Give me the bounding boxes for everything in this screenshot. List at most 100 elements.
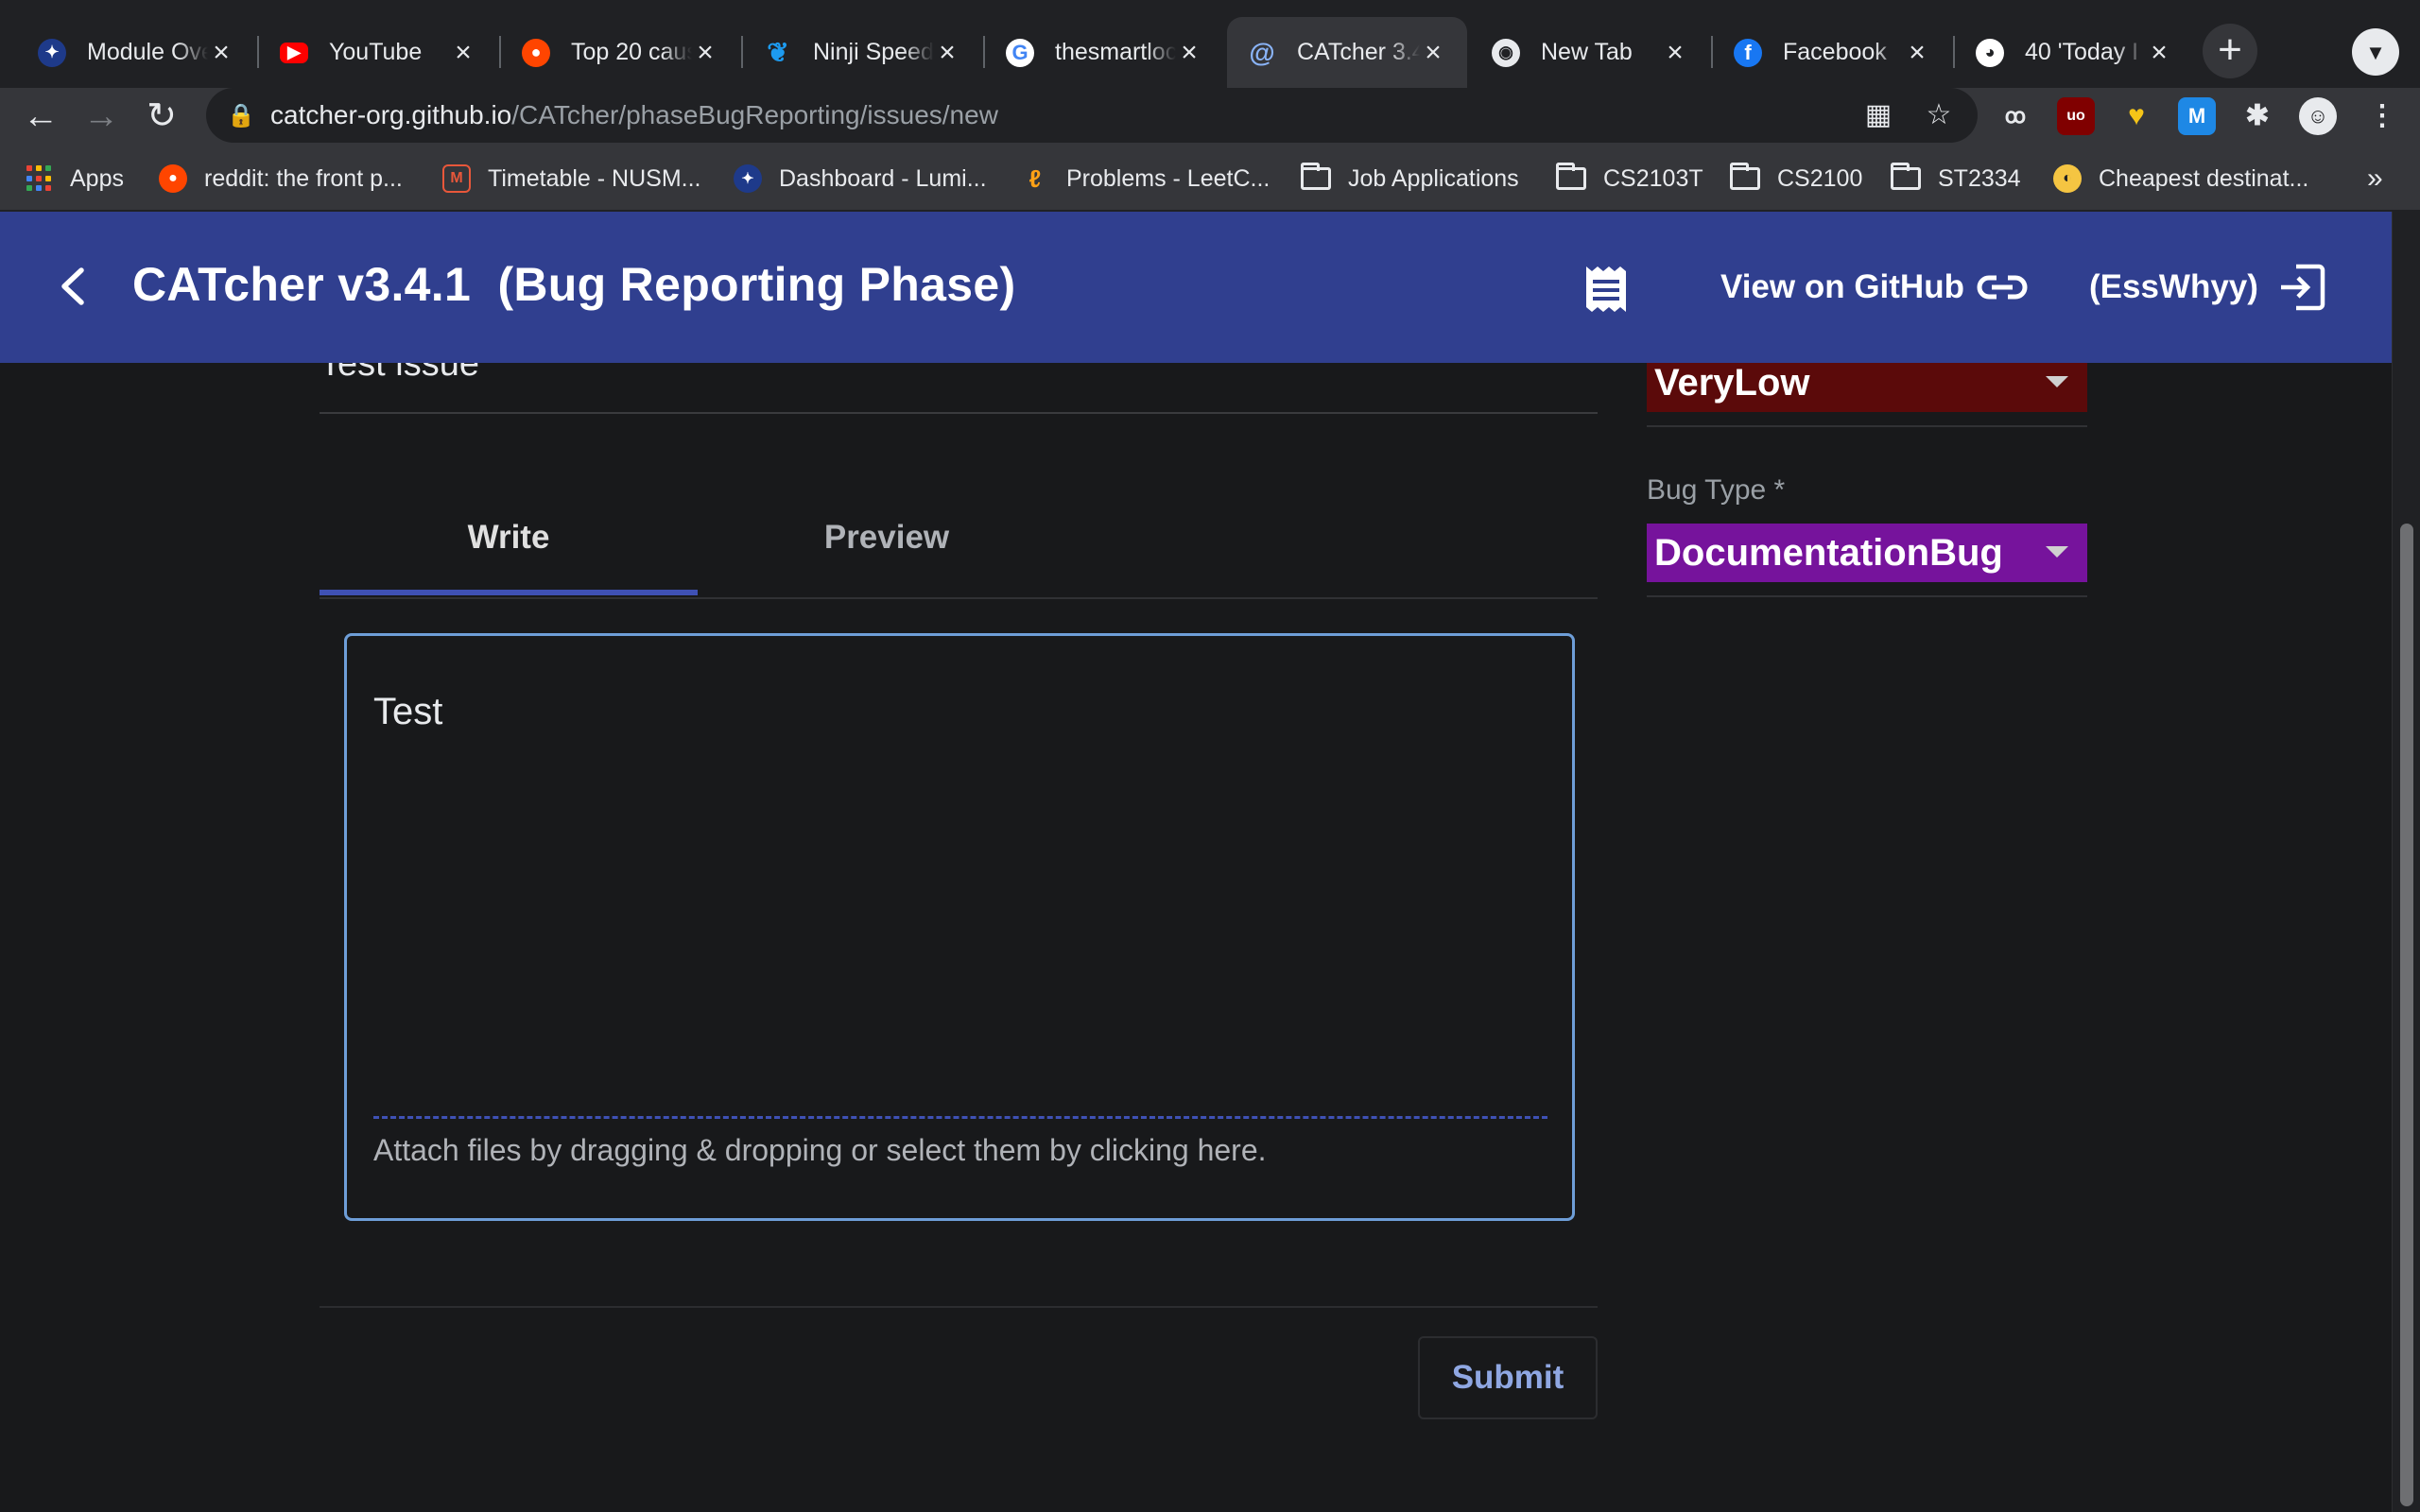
bookmark-apps[interactable]: Apps (26, 160, 124, 198)
catcher-icon: @ (1249, 37, 1275, 67)
browser-tab[interactable]: ✦ Module Overview × (17, 17, 255, 88)
browser-tab[interactable]: ◉ New Tab × (1471, 17, 1709, 88)
browser-tab[interactable]: ▶ YouTube × (259, 17, 497, 88)
heart-extension-icon[interactable]: ♥ (2118, 97, 2155, 135)
dropzone-divider (373, 1116, 1547, 1119)
browser-menu-icon[interactable]: ⋮ (2363, 97, 2401, 135)
severity-select[interactable]: VeryLow (1647, 363, 2087, 412)
tab-preview[interactable]: Preview (698, 476, 1076, 593)
dropdown-arrow-icon (2046, 546, 2068, 558)
qr-code-icon[interactable]: ▦ (1855, 88, 1902, 143)
m-extension-icon[interactable]: M (2178, 97, 2216, 135)
close-tab-icon[interactable]: × (1662, 37, 1688, 69)
submit-button[interactable]: Submit (1418, 1336, 1598, 1419)
apps-grid-icon (26, 165, 53, 192)
tab-write[interactable]: Write (320, 476, 698, 593)
twitter-icon: ❦ (767, 38, 789, 67)
release-notes-button[interactable] (1582, 265, 1630, 316)
panda-icon: ◕ (1976, 38, 2004, 67)
url-host: catcher-org.github.io (270, 100, 512, 129)
url-path: /CATcher/phaseBugReporting/issues/new (511, 100, 998, 129)
issue-title-value: Test issue (320, 363, 479, 384)
facebook-icon: f (1734, 38, 1762, 67)
bug-type-label: Bug Type * (1647, 474, 1786, 506)
spy-extension-icon[interactable]: ꝏ (1996, 97, 2034, 135)
bookmark-timetable[interactable]: M Timetable - NUSM... (442, 160, 701, 198)
new-issue-form: Test issue Write Preview Test Attach fil… (0, 363, 2392, 1512)
bookmark-leetcode[interactable]: ℓ Problems - LeetC... (1021, 160, 1270, 198)
description-textarea[interactable]: Test Attach files by dragging & dropping… (344, 633, 1575, 1221)
forward-arrow-icon[interactable]: → (78, 94, 125, 141)
view-on-github-button[interactable]: View on GitHub (1720, 257, 2029, 318)
close-tab-icon[interactable]: × (1176, 37, 1202, 69)
skyscanner-icon: ◐ (2053, 164, 2082, 193)
bug-type-select[interactable]: DocumentationBug (1647, 524, 2087, 582)
browser-tab[interactable]: f Facebook × (1713, 17, 1951, 88)
active-tab-indicator (320, 590, 698, 595)
nusmods-icon: ✦ (38, 38, 66, 67)
close-tab-icon[interactable]: × (692, 37, 718, 69)
scrollbar-thumb[interactable] (2400, 524, 2413, 1506)
browser-tab[interactable]: ❦ Ninji Speedruns × (743, 17, 981, 88)
close-tab-icon[interactable]: × (1904, 37, 1930, 69)
browser-tab-active[interactable]: @ CATcher 3.4.1 × (1227, 17, 1467, 88)
browser-tab[interactable]: ● Top 20 causes × (501, 17, 739, 88)
severity-underline (1647, 425, 2087, 427)
bookmark-folder-cs2103t[interactable]: CS2103T (1556, 160, 1703, 198)
link-icon (1977, 275, 2028, 300)
bookmark-cheapest[interactable]: ◐ Cheapest destinat... (2053, 160, 2308, 198)
profile-avatar[interactable]: ☺ (2299, 97, 2337, 135)
bookmarks-bar: Apps ● reddit: the front p... M Timetabl… (0, 146, 2420, 212)
receipt-icon (1586, 266, 1626, 312)
folder-icon (1556, 163, 1586, 190)
browser-toolbar: ← → ↻ 🔒 catcher-org.github.io/CATcher/ph… (0, 88, 2420, 146)
logout-icon (2280, 264, 2325, 311)
dropdown-arrow-icon (2046, 376, 2068, 387)
address-bar[interactable]: 🔒 catcher-org.github.io/CATcher/phaseBug… (206, 88, 1978, 143)
bookmark-folder-st2334[interactable]: ST2334 (1891, 160, 2021, 198)
folder-icon (1891, 163, 1921, 190)
close-tab-icon[interactable]: × (208, 37, 234, 69)
reddit-icon: ● (159, 164, 187, 193)
chevron-left-icon (61, 267, 84, 305)
luminus-icon: ✦ (734, 164, 762, 193)
bookmark-dashboard[interactable]: ✦ Dashboard - Lumi... (734, 160, 987, 198)
close-tab-icon[interactable]: × (1420, 37, 1446, 69)
chrome-icon: ◉ (1492, 38, 1520, 67)
tab-search-icon[interactable]: ▼ (2352, 28, 2399, 76)
bookmark-folder-job-applications[interactable]: Job Applications (1301, 160, 1519, 198)
bookmarks-overflow-button[interactable]: » (2367, 160, 2383, 198)
bookmark-reddit[interactable]: ● reddit: the front p... (159, 160, 403, 198)
new-tab-button[interactable]: + (2203, 24, 2257, 78)
youtube-icon: ▶ (280, 42, 308, 63)
logout-button[interactable]: (EssWhyy) (2089, 257, 2326, 318)
nusmods-icon: M (442, 164, 471, 193)
bookmark-folder-cs2100[interactable]: CS2100 (1730, 160, 1862, 198)
google-icon: G (1006, 38, 1034, 67)
issue-title-field[interactable]: Test issue (320, 363, 1598, 414)
app-title: CATcher v3.4.1 (Bug Reporting Phase) (132, 258, 1016, 311)
app-toolbar: CATcher v3.4.1 (Bug Reporting Phase) Vie… (0, 212, 2392, 363)
leetcode-icon: ℓ (1028, 163, 1042, 193)
back-arrow-icon[interactable]: ← (17, 94, 64, 141)
browser-tab[interactable]: ◕ 40 'Today I × (1955, 17, 2193, 88)
reload-icon[interactable]: ↻ (138, 94, 185, 141)
severity-value: VeryLow (1654, 363, 1810, 404)
page-scrollbar[interactable] (2392, 212, 2420, 1512)
form-divider (320, 1306, 1598, 1308)
back-button[interactable] (51, 263, 98, 310)
bug-type-value: DocumentationBug (1654, 531, 2003, 574)
close-tab-icon[interactable]: × (450, 37, 476, 69)
close-tab-icon[interactable]: × (934, 37, 960, 69)
bookmark-star-icon[interactable]: ☆ (1915, 88, 1962, 143)
description-text: Test (373, 691, 443, 732)
browser-tab[interactable]: G thesmartlocal × (985, 17, 1223, 88)
browser-tab-strip: ✦ Module Overview × ▶ YouTube × ● Top 20… (0, 0, 2420, 88)
extensions-puzzle-icon[interactable]: ✱ (2238, 97, 2276, 135)
folder-icon (1301, 163, 1331, 190)
file-dropzone[interactable]: Attach files by dragging & dropping or s… (373, 1133, 1267, 1168)
close-tab-icon[interactable]: × (2146, 37, 2172, 69)
description-tabs: Write Preview (320, 476, 1598, 599)
ublock-origin-icon[interactable]: uo (2057, 97, 2095, 135)
folder-icon (1730, 163, 1760, 190)
